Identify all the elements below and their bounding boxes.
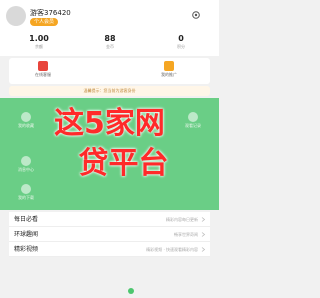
status-dot	[128, 288, 134, 294]
download-icon	[21, 184, 31, 194]
menu-item-daily[interactable]: 每日必看 精彩内容每日更新	[9, 212, 210, 227]
chevron-right-icon	[201, 247, 206, 252]
menu-item-hint: 精彩内容每日更新	[166, 217, 198, 222]
menu-item-hint: 精彩视频 · 快速观看精彩内容	[146, 247, 198, 252]
stat-coins[interactable]: 88 金币	[87, 34, 133, 50]
shortcut-service[interactable]: 在线客服	[23, 61, 63, 78]
profile-header: 游客376420 个人会员	[0, 0, 219, 34]
menu-item-title: 每日必看	[14, 216, 39, 223]
stat-value: 88	[104, 34, 116, 43]
stat-value: 1.00	[29, 34, 49, 43]
stats-bar: 1.00 余额 88 金币 0 积分	[0, 34, 219, 56]
stat-value: 0	[178, 34, 184, 43]
menu-item-hint: 畅享世界奇闻	[174, 232, 198, 237]
settings-icon[interactable]	[191, 10, 201, 20]
menu-item-title: 精彩视频	[14, 246, 39, 253]
stat-balance[interactable]: 1.00 余额	[16, 34, 62, 50]
overlay-headline-line1: 这5家网	[54, 106, 165, 141]
shortcut-label: 在线客服	[35, 72, 51, 77]
menu-item-videos[interactable]: 精彩视频 精彩视频 · 快速观看精彩内容	[9, 242, 210, 257]
stat-points[interactable]: 0 积分	[158, 34, 204, 50]
under-item-downloads[interactable]: 我的下载	[6, 184, 46, 201]
chevron-right-icon	[201, 217, 206, 222]
menu-list: 每日必看 精彩内容每日更新 环球趣闻 畅享世界奇闻 精彩视频 精彩视频 · 快速…	[9, 212, 210, 257]
menu-item-title: 环球趣闻	[14, 231, 39, 238]
stat-label: 积分	[177, 44, 185, 49]
menu-item-world[interactable]: 环球趣闻 畅享世界奇闻	[9, 227, 210, 242]
shortcut-card: 在线客服 我的推广	[9, 58, 210, 84]
avatar[interactable]	[6, 6, 26, 26]
under-item-label: 我的下载	[18, 195, 34, 200]
member-badge: 个人会员	[30, 18, 59, 26]
shortcut-promotion[interactable]: 我的推广	[149, 61, 189, 78]
chevron-right-icon	[201, 232, 206, 237]
username: 游客376420	[30, 9, 71, 17]
service-icon	[38, 61, 48, 71]
stat-label: 余额	[35, 44, 43, 49]
shortcut-label: 我的推广	[161, 72, 177, 77]
notice-banner[interactable]: 温馨提示：您当前为游客身份	[9, 86, 210, 96]
stat-label: 金币	[106, 44, 114, 49]
overlay-headline-line2: 贷平台	[78, 146, 169, 181]
share-icon	[164, 61, 174, 71]
